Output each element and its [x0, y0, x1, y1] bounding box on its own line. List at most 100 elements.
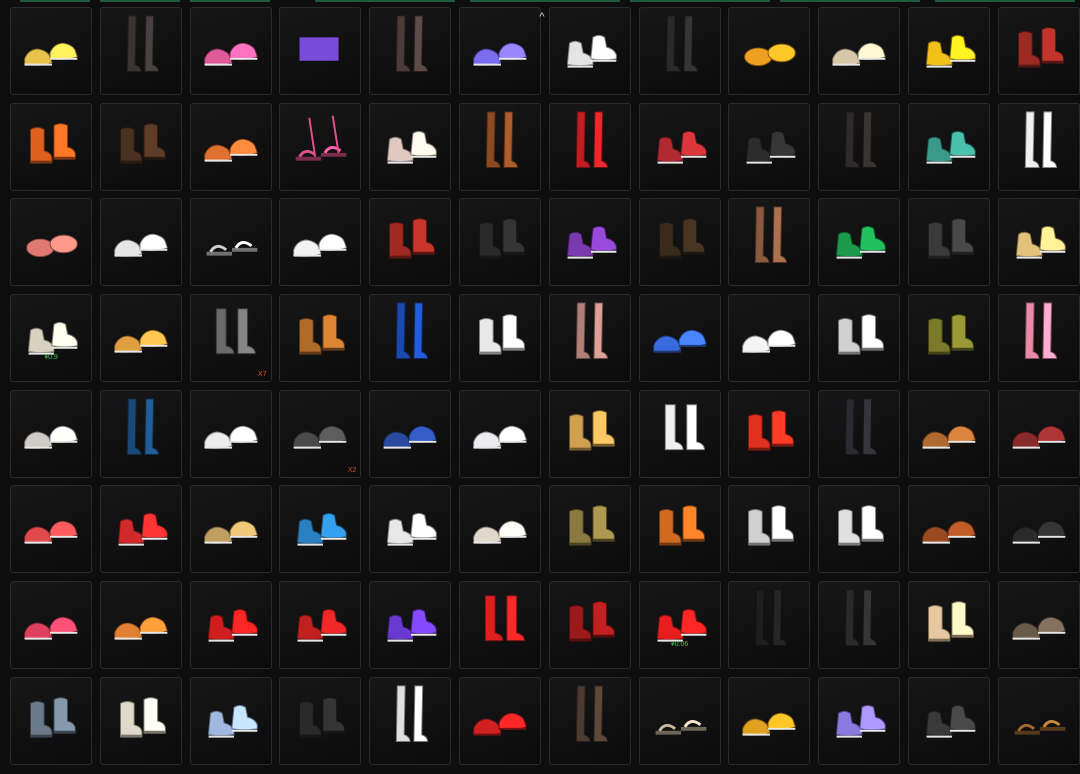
boots-icon	[748, 505, 795, 547]
item-slot[interactable]	[10, 485, 92, 574]
item-slot[interactable]	[369, 485, 452, 574]
loafers-icon	[473, 521, 527, 545]
item-slot[interactable]	[369, 294, 452, 383]
item-slot[interactable]	[10, 7, 92, 95]
item-slot[interactable]	[638, 198, 721, 287]
item-slot[interactable]	[10, 676, 92, 765]
item-slot[interactable]	[997, 102, 1080, 191]
item-slot[interactable]	[279, 198, 362, 287]
item-slot[interactable]	[279, 581, 362, 670]
item-slot[interactable]: X7	[189, 294, 272, 383]
item-slot[interactable]	[997, 7, 1080, 95]
item-slot[interactable]	[728, 7, 811, 95]
item-slot[interactable]	[279, 485, 362, 574]
item-slot[interactable]	[997, 389, 1080, 478]
item-slot[interactable]	[10, 581, 92, 670]
item-slot[interactable]	[99, 581, 182, 670]
item-slot[interactable]: ¥0.9	[10, 294, 92, 383]
item-slot[interactable]	[548, 485, 631, 574]
item-slot[interactable]	[458, 485, 541, 574]
item-slot[interactable]	[99, 198, 182, 287]
item-slot[interactable]	[638, 676, 721, 765]
item-slot[interactable]	[99, 485, 182, 574]
item-slot[interactable]	[369, 676, 452, 765]
item-slot[interactable]	[279, 102, 362, 191]
item-slot[interactable]	[548, 389, 631, 478]
item-slot[interactable]	[728, 485, 811, 574]
item-slot[interactable]	[99, 102, 182, 191]
item-slot[interactable]	[369, 7, 452, 95]
item-slot[interactable]	[638, 485, 721, 574]
item-slot[interactable]	[907, 102, 990, 191]
item-slot[interactable]	[10, 389, 92, 478]
scroll-up-icon[interactable]: ^	[534, 10, 550, 24]
item-slot[interactable]	[818, 294, 901, 383]
item-slot[interactable]	[997, 485, 1080, 574]
item-slot[interactable]	[997, 198, 1080, 287]
item-slot[interactable]	[369, 389, 452, 478]
item-slot[interactable]: X2	[279, 389, 362, 478]
item-slot[interactable]	[189, 676, 272, 765]
item-slot[interactable]	[99, 294, 182, 383]
item-slot[interactable]	[818, 102, 901, 191]
item-slot[interactable]	[907, 389, 990, 478]
item-slot[interactable]	[10, 198, 92, 287]
item-slot[interactable]	[369, 581, 452, 670]
item-slot[interactable]	[818, 198, 901, 287]
item-slot[interactable]	[189, 7, 272, 95]
item-slot[interactable]	[548, 581, 631, 670]
item-slot[interactable]	[458, 7, 541, 95]
item-slot[interactable]	[728, 294, 811, 383]
item-slot[interactable]	[638, 102, 721, 191]
item-slot[interactable]	[458, 294, 541, 383]
item-slot[interactable]	[728, 198, 811, 287]
item-slot[interactable]	[458, 389, 541, 478]
item-slot[interactable]	[548, 294, 631, 383]
item-slot[interactable]	[728, 389, 811, 478]
item-slot[interactable]	[907, 294, 990, 383]
item-slot[interactable]	[997, 676, 1080, 765]
item-slot[interactable]	[818, 485, 901, 574]
item-slot[interactable]	[279, 294, 362, 383]
item-slot[interactable]	[458, 581, 541, 670]
item-slot[interactable]	[548, 7, 631, 95]
item-slot[interactable]	[99, 7, 182, 95]
item-slot[interactable]	[99, 389, 182, 478]
item-slot[interactable]	[818, 7, 901, 95]
item-slot[interactable]	[638, 294, 721, 383]
item-slot[interactable]	[369, 102, 452, 191]
item-slot[interactable]	[189, 485, 272, 574]
item-slot[interactable]	[189, 198, 272, 287]
item-slot[interactable]	[638, 389, 721, 478]
item-slot[interactable]	[548, 102, 631, 191]
item-slot[interactable]	[279, 7, 362, 95]
item-slot[interactable]	[458, 102, 541, 191]
item-slot[interactable]	[818, 676, 901, 765]
item-slot[interactable]	[99, 676, 182, 765]
item-slot[interactable]	[907, 485, 990, 574]
item-slot[interactable]	[818, 389, 901, 478]
item-slot[interactable]: ¥0.06	[638, 581, 721, 670]
item-slot[interactable]	[818, 581, 901, 670]
item-slot[interactable]	[369, 198, 452, 287]
item-slot[interactable]	[728, 676, 811, 765]
item-slot[interactable]	[638, 7, 721, 95]
item-slot[interactable]	[458, 676, 541, 765]
item-slot[interactable]	[189, 389, 272, 478]
item-slot[interactable]	[997, 294, 1080, 383]
item-slot[interactable]	[907, 7, 990, 95]
item-slot[interactable]	[997, 581, 1080, 670]
item-slot[interactable]	[548, 676, 631, 765]
item-slot[interactable]	[10, 102, 92, 191]
item-slot[interactable]	[279, 676, 362, 765]
item-slot[interactable]	[728, 102, 811, 191]
item-slot[interactable]	[189, 581, 272, 670]
item-slot[interactable]	[458, 198, 541, 287]
item-slot[interactable]	[548, 198, 631, 287]
item-slot[interactable]	[907, 676, 990, 765]
item-slot[interactable]	[907, 581, 990, 670]
item-slot[interactable]	[728, 581, 811, 670]
high-tops-icon	[656, 130, 707, 164]
item-slot[interactable]	[189, 102, 272, 191]
item-slot[interactable]	[907, 198, 990, 287]
